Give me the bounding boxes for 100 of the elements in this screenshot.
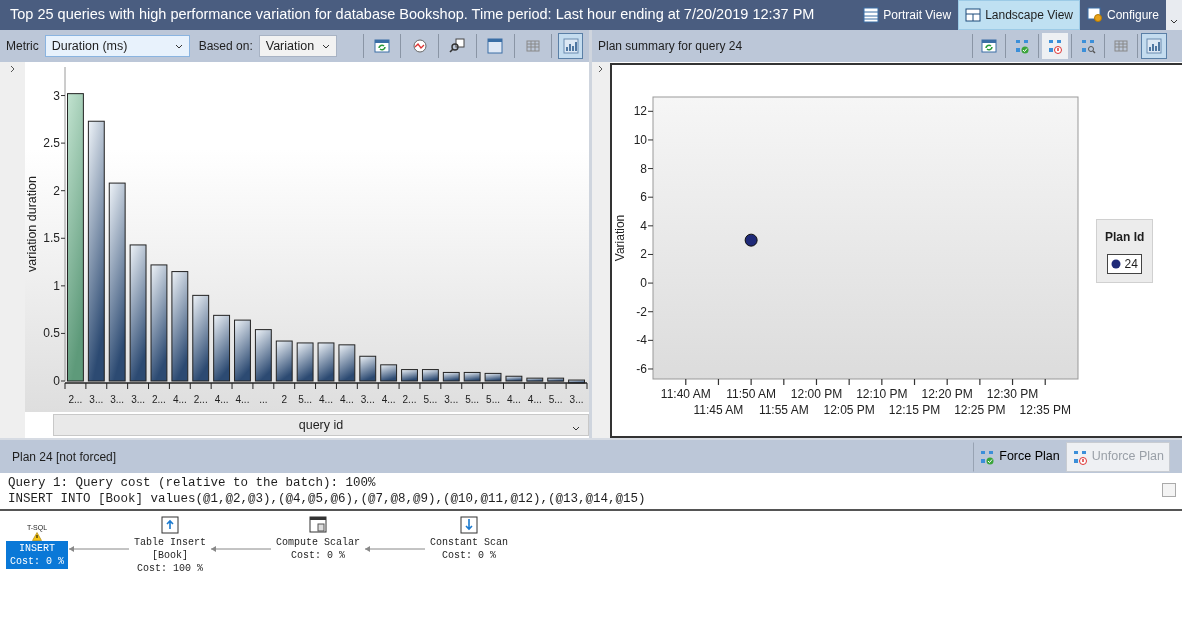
rows-layout-icon — [863, 7, 880, 23]
tick-label: 10 — [633, 132, 647, 147]
tick-label: 1 — [53, 278, 60, 293]
tick-label: 4... — [319, 394, 333, 405]
tick-label: 4... — [527, 394, 542, 405]
legend-title: Plan Id — [1105, 228, 1145, 246]
plan-check-icon — [1014, 38, 1030, 54]
tick-label: 4... — [339, 394, 354, 405]
tick-label: 5... — [298, 394, 313, 405]
tick-label: 4... — [172, 394, 187, 405]
refresh-icon — [981, 38, 997, 54]
grid-icon — [1113, 38, 1129, 54]
expand-chevron-icon[interactable] — [8, 64, 17, 74]
bar-chart-icon — [1146, 38, 1162, 54]
view-button[interactable]: Portrait View — [856, 0, 959, 30]
tick-label: 11:50 AM — [726, 386, 777, 401]
plan-operator[interactable]: Table Insert [Book] Cost: 100 % — [130, 535, 211, 576]
expand-chevron-icon[interactable] — [597, 64, 605, 74]
refresh-icon — [373, 38, 390, 54]
tick-label: -4 — [636, 332, 647, 347]
gauge-icon — [411, 38, 428, 54]
tick-label: 12:35 PM — [1019, 402, 1071, 417]
table-insert-icon — [160, 515, 180, 535]
based-on-label: Based on: — [198, 38, 253, 55]
tick-label: 3... — [360, 394, 375, 405]
tick-label: 3... — [89, 394, 104, 405]
tick-label: 0.5 — [43, 326, 60, 341]
legend-label: 24 — [1124, 255, 1138, 273]
plan-check-icon — [979, 448, 996, 465]
tick-label: 12:15 PM — [888, 402, 941, 417]
tick-label: 3 — [53, 88, 60, 103]
tick-label: 1.5 — [43, 231, 60, 246]
plan-button[interactable]: Force Plan — [973, 441, 1066, 472]
tick-label: 0 — [53, 374, 60, 388]
axis-title: Variation — [613, 214, 627, 261]
connector-arrow — [210, 545, 273, 553]
magnifier-icon — [449, 38, 466, 54]
plan-stop-icon — [1071, 448, 1088, 465]
plan-operator[interactable]: Compute Scalar Cost: 0 % — [272, 535, 365, 563]
tick-label: 3... — [569, 394, 584, 405]
tick-label: ... — [259, 394, 268, 405]
tick-label: 5... — [486, 394, 500, 405]
caret-icon — [572, 426, 580, 432]
query-text: Query 1: Query cost (relative to the batch): 100% — [8, 475, 377, 491]
metric-label: Metric — [6, 38, 39, 55]
tick-label: 11:55 AM — [758, 402, 809, 417]
window-title: Top 25 queries with high performance variation for database Bookshop. Time period: Last hour ending at 7/20/2019 12:37 PM — [9, 5, 816, 25]
tick-label: 2 — [640, 246, 647, 261]
axis-title: variation duration — [25, 176, 39, 272]
tick-label: 4... — [381, 394, 396, 405]
tick-label: 6 — [640, 189, 647, 204]
columns-layout-icon — [965, 7, 982, 23]
tick-label: 2... — [68, 394, 83, 405]
tick-label: 12:30 PM — [986, 386, 1039, 401]
tick-label: 2.5 — [43, 136, 60, 151]
window-icon — [487, 38, 504, 54]
tick-label: 12:00 PM — [790, 386, 843, 401]
tick-label: 2... — [402, 394, 417, 405]
tick-label: 2 — [53, 183, 60, 198]
caret-icon — [174, 43, 183, 49]
caret-icon — [322, 43, 331, 49]
tick-label: 5... — [548, 394, 563, 405]
tick-label: 4... — [235, 394, 250, 405]
tick-label: 4... — [506, 394, 521, 405]
connector-arrow — [68, 545, 130, 553]
metric-dropdown[interactable]: Duration (ms) — [44, 35, 190, 57]
tick-label: 2... — [193, 394, 208, 405]
plan-operator[interactable]: Constant Scan Cost: 0 % — [426, 535, 513, 563]
tick-label: -6 — [636, 361, 647, 376]
connector-arrow — [364, 545, 427, 553]
view-button[interactable]: Configure — [1079, 0, 1166, 30]
tick-label: 2... — [152, 394, 166, 405]
based-on-dropdown[interactable]: Variation — [258, 35, 338, 57]
query-text: INSERT INTO [Book] values(@1,@2,@3),(@4,@5,@6),(@7,@8,@9),(@10,@11,@12),(@13,@14,@15) — [8, 491, 647, 507]
bar-chart-icon — [562, 38, 579, 54]
x-axis-dropdown[interactable]: query id — [53, 414, 589, 436]
plan-title: Plan 24 [not forced] — [11, 448, 117, 466]
tick-label: 3... — [444, 394, 459, 405]
tick-label: 12:10 PM — [856, 386, 908, 401]
tick-label: 11:40 AM — [660, 386, 711, 401]
plan-operator[interactable]: INSERT Cost: 0 % — [6, 541, 68, 569]
view-button[interactable]: Landscape View — [958, 0, 1080, 30]
compute-scalar-icon — [308, 515, 329, 535]
plan-stop-icon — [1047, 38, 1063, 54]
tick-label: 5... — [465, 394, 480, 405]
tick-label: 4... — [214, 394, 229, 405]
gear-icon — [1086, 7, 1103, 23]
tick-label: 3... — [131, 394, 146, 405]
constant-scan-icon — [459, 515, 480, 535]
tick-label: 3... — [110, 394, 125, 405]
tick-label: 4 — [640, 218, 647, 233]
tick-label: 2 — [281, 394, 287, 405]
pane-title: Plan summary for query 24 — [598, 38, 743, 55]
tick-label: 12:25 PM — [954, 402, 1006, 417]
tick-label: 5... — [423, 394, 438, 405]
tick-label: 12:20 PM — [921, 386, 973, 401]
tick-label: 12:05 PM — [823, 402, 875, 417]
minimize-button[interactable] — [1162, 483, 1176, 497]
tick-label: 11:45 AM — [693, 402, 744, 417]
tick-label: 8 — [640, 161, 647, 176]
